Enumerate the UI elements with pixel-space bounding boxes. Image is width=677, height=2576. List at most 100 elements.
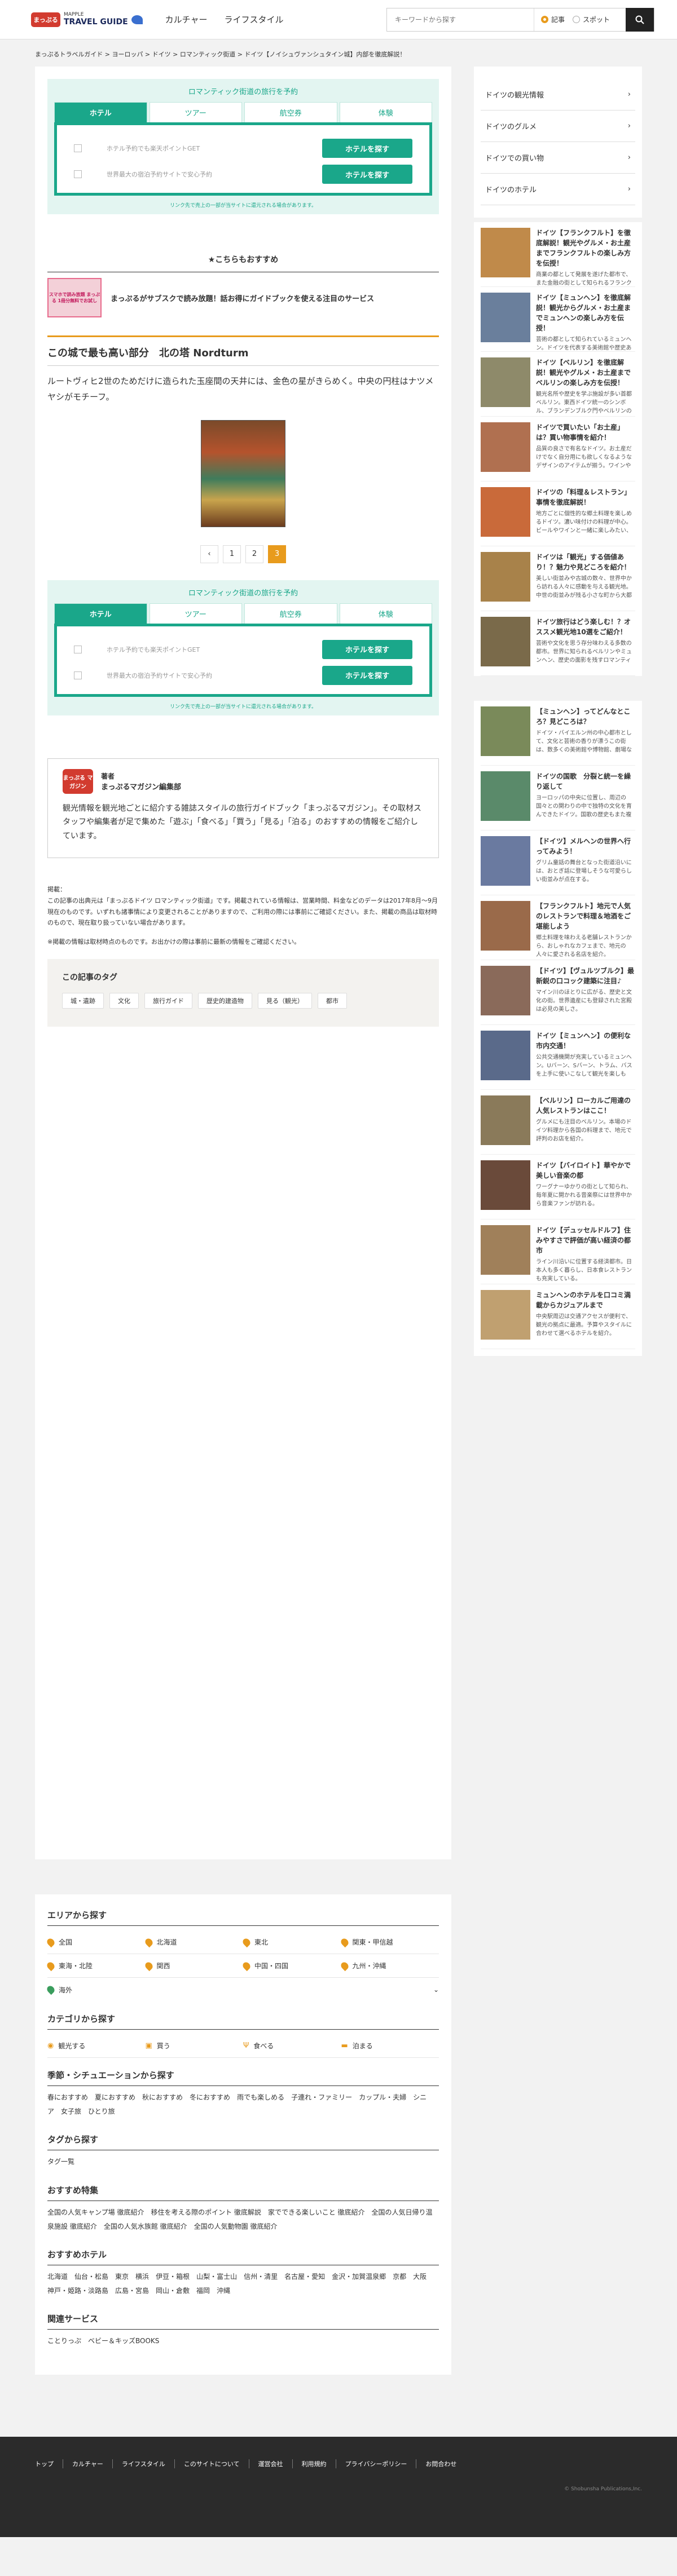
tab-tour[interactable]: ツアー bbox=[149, 603, 242, 624]
sidebar-article[interactable]: 【ドイツ】【ヴュルツブルク】最新鋭の口コック建築に注目♪ マイン川のほとりに広がる… bbox=[481, 960, 635, 1025]
hotel-area-link[interactable]: 沖縄 bbox=[217, 2287, 230, 2295]
sidebar-item-gourmet[interactable]: ドイツのグルメ › bbox=[481, 111, 635, 142]
tab-flight[interactable]: 航空券 bbox=[244, 102, 337, 122]
page-2[interactable]: 2 bbox=[245, 545, 263, 563]
sidebar-article[interactable]: ドイツの「料理＆レストラン」事情を徹底解説！ 地方ごとに個性的な郷土料理を楽しめる… bbox=[481, 481, 635, 546]
prev-page-button[interactable]: ‹ bbox=[200, 545, 218, 563]
tab-flight[interactable]: 航空券 bbox=[244, 603, 337, 624]
hotel-area-link[interactable]: 横浜 bbox=[135, 2273, 149, 2281]
season-link[interactable]: 女子旅 bbox=[61, 2107, 81, 2115]
overseas-row[interactable]: 海外 ⌄ bbox=[45, 1978, 439, 2001]
find-hotel-button[interactable]: ホテルを探す bbox=[322, 639, 412, 659]
season-link[interactable]: カップル・夫婦 bbox=[359, 2093, 406, 2101]
sidebar-article[interactable]: ドイツ【バイロイト】華やかで美しい音楽の都 ワーグナーゆかりの街として知られ、毎年… bbox=[481, 1155, 635, 1219]
hotel-area-link[interactable]: 岡山・倉敷 bbox=[156, 2287, 190, 2295]
hotel-area-link[interactable]: 東京 bbox=[115, 2273, 129, 2281]
sidebar-article[interactable]: ドイツ【フランクフルト】を徹底解説！観光やグルメ・お土産までフランクフルトの楽し… bbox=[481, 222, 635, 287]
season-link[interactable]: 春におすすめ bbox=[47, 2093, 88, 2101]
hotel-area-link[interactable]: 北海道 bbox=[47, 2273, 68, 2281]
radio-spot[interactable]: スポット bbox=[573, 15, 610, 24]
footer-link[interactable]: カルチャー bbox=[63, 2459, 112, 2468]
footer-link[interactable]: ライフスタイル bbox=[112, 2459, 174, 2468]
season-link[interactable]: 冬におすすめ bbox=[190, 2093, 230, 2101]
feature-link[interactable]: 全国の人気動物園 徹底紹介 bbox=[194, 2222, 278, 2230]
tag-link[interactable]: 城・遺跡 bbox=[62, 992, 104, 1009]
search-button[interactable] bbox=[626, 7, 654, 32]
radio-article[interactable]: 記事 bbox=[541, 15, 565, 24]
tab-hotel[interactable]: ホテル bbox=[54, 603, 147, 624]
sidebar-article[interactable]: 【ベルリン】ローカルご用達の人気レストランはここ！ グルメにも注目のベルリン。本場… bbox=[481, 1090, 635, 1155]
sidebar-article[interactable]: 【フランクフルト】地元で人気のレストランで料理＆地酒をご堪能しよう 郷土料理を味わ… bbox=[481, 895, 635, 960]
area-link[interactable]: 九州・沖縄 bbox=[339, 1954, 439, 1978]
hotel-area-link[interactable]: 仙台・松島 bbox=[74, 2273, 108, 2281]
sidebar-article[interactable]: ドイツは「観光」する価値あり！？魅力や見どころを紹介！ 美しい街並みや古城の数々、… bbox=[481, 546, 635, 611]
find-hotel-button[interactable]: ホテルを探す bbox=[322, 165, 412, 184]
category-eat[interactable]: Ψ 食べる bbox=[243, 2034, 341, 2058]
season-link[interactable]: 秋におすすめ bbox=[142, 2093, 183, 2101]
tag-link[interactable]: 都市 bbox=[318, 992, 347, 1009]
area-link[interactable]: 全国 bbox=[45, 1930, 146, 1954]
hotel-area-link[interactable]: 福岡 bbox=[196, 2287, 210, 2295]
sidebar-article[interactable]: ドイツ【デュッセルドルフ】住みやすさで評価が高い経済の都市 ライン川沿いに位置する… bbox=[481, 1219, 635, 1284]
season-link[interactable]: ひとり旅 bbox=[88, 2107, 115, 2115]
site-logo[interactable]: まっぷる MAPPLE TRAVEL GUIDE bbox=[31, 12, 143, 27]
sidebar-article[interactable]: ドイツで買いたい「お土産」は？買い物事情を紹介！ 品質の良さで有名なドイツ。お土産… bbox=[481, 417, 635, 481]
sidebar-item-sightseeing[interactable]: ドイツの観光情報 › bbox=[481, 79, 635, 111]
sidebar-article[interactable]: ドイツ【ベルリン】を徹底解説！観光やグルメ・お土産までベルリンの楽しみ方を伝授！… bbox=[481, 352, 635, 417]
feature-link[interactable]: 全国の人気キャンプ場 徹底紹介 bbox=[47, 2208, 144, 2216]
hotel-area-link[interactable]: 伊豆・箱根 bbox=[156, 2273, 190, 2281]
sidebar-item-hotel[interactable]: ドイツのホテル › bbox=[481, 174, 635, 205]
hotel-area-link[interactable]: 信州・清里 bbox=[244, 2273, 278, 2281]
area-link[interactable]: 東北 bbox=[241, 1930, 341, 1954]
footer-link[interactable]: 利用規約 bbox=[292, 2459, 336, 2468]
season-link[interactable]: 雨でも楽しめる bbox=[237, 2093, 284, 2101]
tab-experience[interactable]: 体験 bbox=[339, 603, 432, 624]
page-1[interactable]: 1 bbox=[223, 545, 241, 563]
nav-culture[interactable]: カルチャー bbox=[165, 14, 208, 25]
area-link[interactable]: 東海・北陸 bbox=[45, 1954, 146, 1978]
sidebar-article[interactable]: 【ミュンヘン】ってどんなところ？見どころは？ ドイツ・バイエルン州の中心都市として… bbox=[481, 701, 635, 766]
feature-link[interactable]: 移住を考える際のポイント 徹底解説 bbox=[151, 2208, 261, 2216]
tag-link[interactable]: 文化 bbox=[109, 992, 139, 1009]
footer-link[interactable]: トップ bbox=[35, 2459, 63, 2468]
area-link[interactable]: 関西 bbox=[143, 1954, 243, 1978]
sidebar-article[interactable]: ミュンヘンのホテルを口コミ満載からカジュアルまで 中央駅周辺は交通アクセスが便利で… bbox=[481, 1284, 635, 1349]
category-shopping[interactable]: ▣ 買う bbox=[145, 2034, 243, 2058]
sidebar-article[interactable]: ドイツの国歌 分裂と統一を繰り返して ヨーロッパの中央に位置し、周辺の国々との関わ… bbox=[481, 766, 635, 830]
sidebar-article[interactable]: 【ドイツ】メルヘンの世界へ行ってみよう！ グリム童話の舞台となった街道沿いには、お… bbox=[481, 830, 635, 895]
area-link[interactable]: 中国・四国 bbox=[241, 1954, 341, 1978]
hotel-area-link[interactable]: 金沢・加賀温泉郷 bbox=[332, 2273, 386, 2281]
recommend-item[interactable]: スマホで読み放題 まっぷる 1冊分無料でお試し まっぷるがサブスクで読み放題！話… bbox=[47, 272, 439, 317]
hotel-area-link[interactable]: 名古屋・愛知 bbox=[284, 2273, 325, 2281]
sidebar-item-shopping[interactable]: ドイツでの買い物 › bbox=[481, 142, 635, 174]
nav-lifestyle[interactable]: ライフスタイル bbox=[225, 14, 284, 25]
related-service-link[interactable]: ことりっぷ bbox=[47, 2337, 81, 2345]
category-stay[interactable]: ▬ 泊まる bbox=[341, 2034, 439, 2058]
sidebar-article[interactable]: ドイツ旅行はどう楽しむ！？オススメ観光地10選をご紹介！ 芸術や文化を思う存分味わ… bbox=[481, 611, 635, 676]
category-sightseeing[interactable]: ◉ 観光する bbox=[47, 2034, 146, 2058]
sidebar-article[interactable]: ドイツ【ミュンヘン】を徹底解説！観光からグルメ・お土産までミュンヘンの楽しみ方を… bbox=[481, 287, 635, 352]
feature-link[interactable]: 全国の人気水族館 徹底紹介 bbox=[104, 2222, 187, 2230]
tab-tour[interactable]: ツアー bbox=[149, 102, 242, 122]
hotel-area-link[interactable]: 京都 bbox=[393, 2273, 406, 2281]
find-hotel-button[interactable]: ホテルを探す bbox=[322, 665, 412, 685]
tag-list-link[interactable]: タグ一覧 bbox=[47, 2158, 74, 2166]
tab-experience[interactable]: 体験 bbox=[339, 102, 432, 122]
hotel-area-link[interactable]: 大阪 bbox=[413, 2273, 427, 2281]
footer-link[interactable]: お問合わせ bbox=[416, 2459, 465, 2468]
tag-link[interactable]: 歴史的建造物 bbox=[198, 992, 252, 1009]
footer-link[interactable]: このサイトについて bbox=[174, 2459, 249, 2468]
footer-link[interactable]: 運営会社 bbox=[248, 2459, 292, 2468]
area-link[interactable]: 北海道 bbox=[143, 1930, 243, 1954]
author-name[interactable]: まっぷるマガジン編集部 bbox=[101, 781, 181, 792]
season-link[interactable]: 子連れ・ファミリー bbox=[291, 2093, 352, 2101]
hotel-area-link[interactable]: 神戸・姫路・淡路島 bbox=[47, 2287, 108, 2295]
sidebar-article[interactable]: ドイツ【ミュンヘン】の便利な市内交通！ 公共交通機関が充実しているミュンヘン。Uバ… bbox=[481, 1025, 635, 1090]
related-service-link[interactable]: ベビー＆キッズBOOKS bbox=[88, 2337, 159, 2345]
season-link[interactable]: 夏におすすめ bbox=[95, 2093, 135, 2101]
find-hotel-button[interactable]: ホテルを探す bbox=[322, 139, 412, 158]
footer-link[interactable]: プライバシーポリシー bbox=[335, 2459, 416, 2468]
tag-link[interactable]: 旅行ガイド bbox=[144, 992, 192, 1009]
search-input[interactable] bbox=[387, 8, 534, 31]
tab-hotel[interactable]: ホテル bbox=[54, 102, 147, 122]
